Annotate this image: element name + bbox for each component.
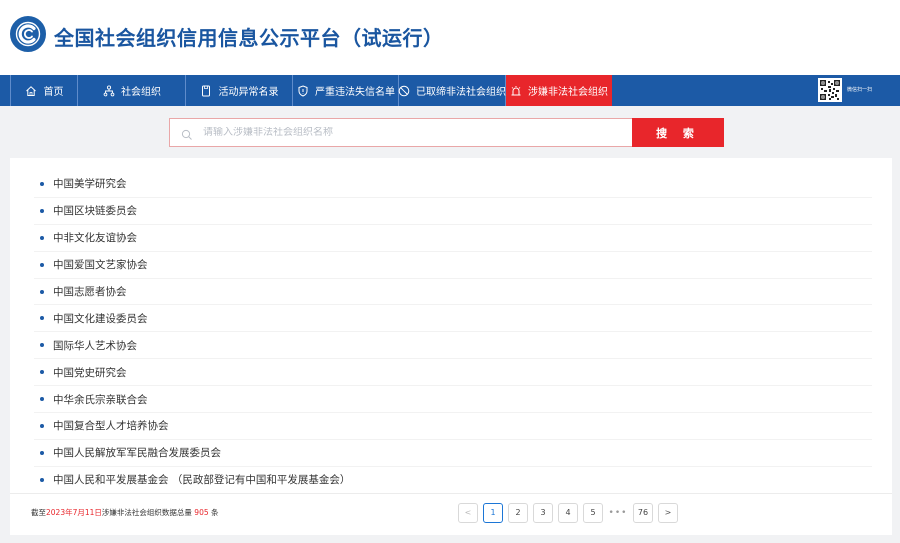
nav-item-serious-violation[interactable]: 严重违法失信名单 <box>293 75 399 106</box>
org-name: 中国人民和平发展基金会 （民政部登记有中国和平发展基金会） <box>53 474 351 487</box>
list-item[interactable]: 中国美学研究会 <box>34 171 872 198</box>
nav-item-label: 已取缔非法社会组织 <box>416 87 506 98</box>
header: 全国社会组织信用信息公示平台（试运行） <box>0 0 900 75</box>
count-middle: 涉嫌非法社会组织数据总量 <box>101 508 192 517</box>
search-button[interactable]: 搜 索 <box>632 118 724 147</box>
count-prefix: 截至 <box>31 508 46 517</box>
total-count-text: 截至2023年7月11日涉嫌非法社会组织数据总量 905 条 <box>31 507 219 518</box>
page-button-4[interactable]: 4 <box>558 502 578 523</box>
list-item[interactable]: 中国区块链委员会 <box>34 198 872 225</box>
org-name: 中国志愿者协会 <box>53 286 127 298</box>
org-name: 中国复合型人才培养协会 <box>53 420 169 433</box>
bullet-dot <box>40 208 44 213</box>
page-button-last[interactable]: 76 <box>633 502 653 523</box>
page-button-3[interactable]: 3 <box>533 502 553 523</box>
org-name: 中国美学研究会 <box>53 178 127 191</box>
pagination: < 1 2 3 4 5 ••• 76 > <box>458 502 683 523</box>
nav-item-home[interactable]: 首页 <box>10 75 78 106</box>
bullet-dot <box>40 262 44 267</box>
list-item[interactable]: 中国人民和平发展基金会 （民政部登记有中国和平发展基金会） <box>34 467 872 494</box>
org-chart-icon <box>102 84 115 97</box>
nav-item-label: 首页 <box>43 87 64 98</box>
bullet-dot <box>40 450 44 455</box>
list-item[interactable]: 中国文化建设委员会 <box>34 305 872 333</box>
nav-item-label: 涉嫌非法社会组织 <box>528 87 608 98</box>
qr-label: 微信扫一扫 <box>847 87 873 93</box>
alarm-bell-icon <box>509 84 522 97</box>
nav-item-label: 严重违法失信名单 <box>315 87 395 98</box>
bullet-dot <box>40 316 44 321</box>
list-item[interactable]: 中华余氏宗亲联合会 <box>34 386 872 414</box>
nav-item-label: 社会组织 <box>121 87 161 98</box>
search-box <box>169 118 633 147</box>
bullet-dot <box>40 477 44 482</box>
org-name: 中非文化友谊协会 <box>53 232 137 245</box>
list-item[interactable]: 中国志愿者协会 <box>34 279 872 306</box>
org-name: 中国人民解放军军民融合发展委员会 <box>53 447 221 460</box>
list-item[interactable]: 中国爱国文艺家协会 <box>34 252 872 279</box>
next-page-button[interactable]: > <box>658 502 678 523</box>
bullet-dot <box>40 370 44 375</box>
search-icon <box>181 126 194 140</box>
prev-page-button[interactable]: < <box>458 502 478 523</box>
count-date: 2023年7月11日 <box>46 508 102 517</box>
count-total: 905 <box>194 508 209 517</box>
list-item[interactable]: 中国党史研究会 <box>34 359 872 387</box>
org-name: 中国区块链委员会 <box>53 205 137 218</box>
bullet-dot <box>40 181 44 186</box>
bullet-dot <box>40 423 44 428</box>
org-name: 中国文化建设委员会 <box>53 312 148 325</box>
bullet-dot <box>40 289 44 294</box>
page-button-5[interactable]: 5 <box>583 502 603 523</box>
nav-item-abnormal-list[interactable]: 活动异常名录 <box>186 75 293 106</box>
document-icon <box>200 84 213 97</box>
divider <box>10 493 892 494</box>
page-button-1[interactable]: 1 <box>483 502 503 523</box>
wechat-qr-code-icon <box>818 78 842 102</box>
nav-item-suspected-illegal-orgs[interactable]: 涉嫌非法社会组织 <box>506 75 612 106</box>
nav-item-banned-orgs[interactable]: 已取缔非法社会组织 <box>398 75 506 106</box>
org-name: 中国爱国文艺家协会 <box>53 259 148 272</box>
bullet-dot <box>40 235 44 240</box>
bullet-dot <box>40 397 44 402</box>
list-item[interactable]: 国际华人艺术协会 <box>34 332 872 360</box>
page-ellipsis[interactable]: ••• <box>608 508 628 518</box>
list-item[interactable]: 中非文化友谊协会 <box>34 225 872 252</box>
main-nav: 首页 社会组织 活动异常名录 严重违法失信名单 已取缔非法社会组织 涉嫌非法社会… <box>0 75 900 106</box>
list-item[interactable]: 中国人民解放军军民融合发展委员会 <box>34 440 872 467</box>
ban-icon <box>398 84 410 97</box>
org-name: 中华余氏宗亲联合会 <box>53 393 148 406</box>
nav-item-social-orgs[interactable]: 社会组织 <box>78 75 186 106</box>
shield-icon <box>296 84 309 97</box>
site-title: 全国社会组织信用信息公示平台（试运行） <box>54 26 444 50</box>
bullet-dot <box>40 343 44 348</box>
search-input[interactable] <box>203 127 623 138</box>
nav-item-label: 活动异常名录 <box>218 87 279 98</box>
list-item[interactable]: 中国复合型人才培养协会 <box>34 413 872 440</box>
org-name: 中国党史研究会 <box>53 366 127 379</box>
results-card: 中国美学研究会 中国区块链委员会 中非文化友谊协会 中国爱国文艺家协会 中国志愿… <box>10 158 892 535</box>
home-icon <box>25 84 38 97</box>
org-list: 中国美学研究会 中国区块链委员会 中非文化友谊协会 中国爱国文艺家协会 中国志愿… <box>34 171 872 494</box>
count-suffix: 条 <box>211 508 219 517</box>
platform-logo-icon[interactable] <box>10 16 46 52</box>
org-name: 国际华人艺术协会 <box>53 339 137 352</box>
page-button-2[interactable]: 2 <box>508 502 528 523</box>
